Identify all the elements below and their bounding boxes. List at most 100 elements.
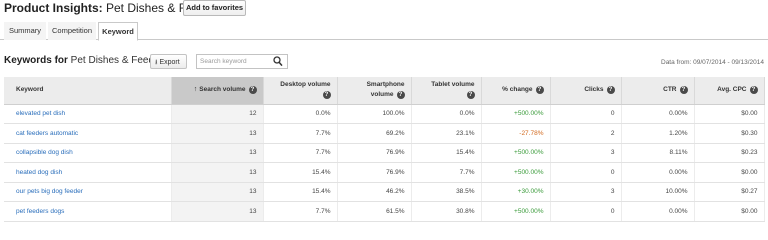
column-header-keyword[interactable]: Keyword	[4, 77, 172, 105]
ctr-cell: 0.00%	[621, 162, 695, 183]
keywords-title-label: Keywords for	[4, 55, 68, 66]
smartphone-volume-cell: 76.9%	[337, 162, 412, 183]
tablet-volume-cell: 0.0%	[411, 104, 482, 124]
column-header-smartphone-volume[interactable]: Smartphone volume?	[337, 77, 412, 105]
help-icon[interactable]: ?	[466, 90, 475, 99]
search-keyword-input[interactable]	[197, 55, 271, 68]
ctr-cell: 1.20%	[621, 123, 695, 144]
export-button-label: Export	[159, 59, 180, 66]
search-icon[interactable]	[273, 56, 283, 67]
clicks-cell: 0	[550, 104, 622, 124]
smartphone-header-label: Smartphone	[366, 81, 405, 89]
smartphone-volume-cell: 61.5%	[337, 201, 412, 222]
keywords-table-wrap: Keyword ↑ Search volume? Desktop volume? …	[4, 77, 765, 222]
help-icon[interactable]: ?	[606, 85, 615, 94]
keyword-link[interactable]: elevated pet dish	[16, 110, 65, 117]
search-volume-cell: 13	[171, 123, 264, 144]
tab-summary[interactable]: Summary	[4, 22, 46, 40]
column-header-clicks[interactable]: Clicks?	[550, 77, 622, 105]
download-icon: ⭳	[155, 59, 158, 66]
page-header: Product Insights: Pet Dishes & Feeders A…	[0, 0, 768, 18]
search-box	[196, 54, 288, 69]
keyword-link[interactable]: collapsible dog dish	[16, 149, 73, 156]
search-volume-cell: 13	[171, 201, 264, 222]
tablet-volume-cell: 15.4%	[411, 143, 482, 163]
help-icon[interactable]: ?	[679, 85, 688, 94]
avg-cpc-cell: $0.00	[694, 201, 765, 222]
ctr-cell: 10.00%	[621, 182, 695, 202]
keyword-cell: cat feeders automatic	[4, 123, 172, 144]
table-row: elevated pet dish 12 0.0% 100.0% 0.0% +5…	[4, 104, 765, 124]
desktop-volume-cell: 7.7%	[263, 201, 338, 222]
help-icon[interactable]: ?	[248, 85, 257, 94]
smartphone-volume-header-label: volume	[370, 91, 394, 99]
keyword-cell: pet feeders dogs	[4, 201, 172, 222]
pct-change-cell: +500.00%	[481, 201, 551, 222]
table-row: pet feeders dogs 13 7.7% 61.5% 30.8% +50…	[4, 201, 765, 222]
keyword-link[interactable]: our pets big dog feeder	[16, 188, 83, 195]
clicks-cell: 3	[550, 143, 622, 163]
table-header-row: Keyword ↑ Search volume? Desktop volume? …	[4, 77, 765, 105]
desktop-volume-cell: 7.7%	[263, 123, 338, 144]
clicks-cell: 3	[550, 182, 622, 202]
clicks-cell: 2	[550, 123, 622, 144]
page-title-label: Product Insights:	[4, 1, 103, 15]
ctr-header-label: CTR	[663, 86, 677, 94]
search-volume-cell: 13	[171, 162, 264, 183]
pct-change-cell: +500.00%	[481, 104, 551, 124]
tab-bar: Summary Competition Keyword	[0, 22, 768, 41]
product-insights-page: Product Insights: Pet Dishes & Feeders A…	[0, 0, 768, 226]
smartphone-volume-cell: 76.9%	[337, 143, 412, 163]
column-header-pct-change[interactable]: % change?	[481, 77, 551, 105]
avg-cpc-cell: $0.27	[694, 182, 765, 202]
avg-cpc-header-label: Avg. CPC	[717, 86, 747, 94]
keyword-cell: elevated pet dish	[4, 104, 172, 124]
keyword-cell: heated dog dish	[4, 162, 172, 183]
avg-cpc-cell: $0.00	[694, 104, 765, 124]
desktop-volume-cell: 15.4%	[263, 182, 338, 202]
desktop-volume-header-label: Desktop volume	[280, 81, 331, 89]
pct-change-header-label: % change	[502, 86, 533, 94]
tablet-volume-cell: 23.1%	[411, 123, 482, 144]
column-header-avg-cpc[interactable]: Avg. CPC?	[694, 77, 765, 105]
help-icon[interactable]: ?	[535, 85, 544, 94]
tab-keyword[interactable]: Keyword	[98, 22, 138, 41]
pct-change-cell: -27.78%	[481, 123, 551, 144]
keyword-link[interactable]: heated dog dish	[16, 169, 62, 176]
help-icon[interactable]: ?	[322, 90, 331, 99]
column-header-ctr[interactable]: CTR?	[621, 77, 695, 105]
smartphone-volume-cell: 100.0%	[337, 104, 412, 124]
pct-change-cell: +500.00%	[481, 162, 551, 183]
search-volume-cell: 12	[171, 104, 264, 124]
add-to-favorites-button[interactable]: Add to favorites	[183, 0, 246, 16]
pct-change-cell: +30.00%	[481, 182, 551, 202]
column-header-tablet-volume[interactable]: Tablet volume?	[411, 77, 482, 105]
keywords-toolbar: Keywords for Pet Dishes & Feeders ⭳ Expor…	[0, 52, 768, 72]
keywords-table: Keyword ↑ Search volume? Desktop volume? …	[4, 77, 765, 222]
date-range-label: Data from: 09/07/2014 - 09/13/2014	[661, 59, 764, 66]
table-row: heated dog dish 13 15.4% 76.9% 7.7% +500…	[4, 162, 765, 183]
tablet-volume-cell: 30.8%	[411, 201, 482, 222]
table-row: collapsible dog dish 13 7.7% 76.9% 15.4%…	[4, 143, 765, 163]
tab-competition[interactable]: Competition	[48, 22, 96, 40]
help-icon[interactable]: ?	[396, 90, 405, 99]
pct-change-cell: +500.00%	[481, 143, 551, 163]
smartphone-volume-cell: 46.2%	[337, 182, 412, 202]
keywords-title: Keywords for Pet Dishes & Feeders	[4, 55, 168, 66]
desktop-volume-cell: 15.4%	[263, 162, 338, 183]
keyword-cell: our pets big dog feeder	[4, 182, 172, 202]
clicks-cell: 0	[550, 201, 622, 222]
table-row: cat feeders automatic 13 7.7% 69.2% 23.1…	[4, 123, 765, 144]
smartphone-volume-cell: 69.2%	[337, 123, 412, 144]
clicks-header-label: Clicks	[584, 86, 604, 94]
keyword-link[interactable]: cat feeders automatic	[16, 130, 78, 137]
column-header-search-volume[interactable]: ↑ Search volume?	[171, 77, 264, 105]
help-icon[interactable]: ?	[749, 85, 758, 94]
column-header-desktop-volume[interactable]: Desktop volume?	[263, 77, 338, 105]
export-button[interactable]: ⭳ Export	[150, 54, 187, 69]
search-volume-cell: 13	[171, 143, 264, 163]
avg-cpc-cell: $0.00	[694, 162, 765, 183]
keyword-link[interactable]: pet feeders dogs	[16, 208, 64, 215]
tablet-volume-cell: 38.5%	[411, 182, 482, 202]
search-volume-header-label: Search volume	[199, 86, 246, 94]
